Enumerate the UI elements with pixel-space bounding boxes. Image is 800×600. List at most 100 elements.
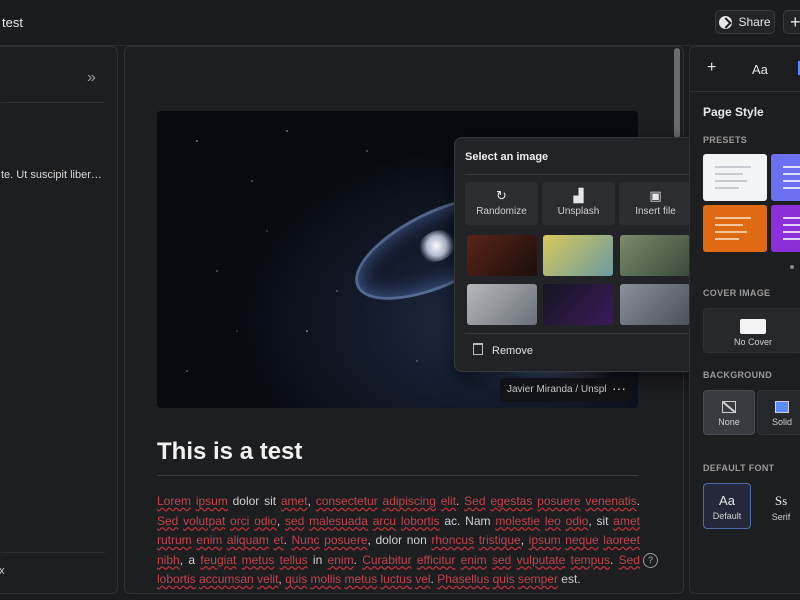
body-text-run[interactable]: . — [610, 553, 619, 567]
no-cover-option[interactable]: No Cover — [703, 308, 800, 353]
misspelled-word[interactable]: feugiat — [200, 553, 236, 567]
scroll-thumb[interactable] — [674, 48, 680, 138]
misspelled-word[interactable]: lobortis — [157, 572, 196, 586]
share-button[interactable]: Share — [715, 10, 775, 34]
body-text-run[interactable]: , dolor non — [368, 533, 432, 547]
preset-purple[interactable] — [771, 205, 800, 252]
randomize-button[interactable]: ↻ Randomize — [465, 182, 538, 225]
misspelled-word[interactable]: tempus — [571, 553, 610, 567]
misspelled-word[interactable]: metus — [344, 572, 377, 586]
preset-orange[interactable] — [703, 205, 767, 252]
add-button[interactable]: + — [783, 10, 800, 34]
misspelled-word[interactable]: et — [274, 533, 284, 547]
body-text-run[interactable]: . — [284, 533, 292, 547]
image-credit[interactable]: Javier Miranda / Unsplash — [500, 378, 607, 402]
misspelled-word[interactable]: laoreet — [603, 533, 640, 547]
misspelled-word[interactable]: consectetur — [316, 494, 378, 508]
misspelled-word[interactable]: amet — [613, 514, 640, 528]
background-none-option[interactable]: None — [703, 390, 755, 435]
misspelled-word[interactable]: quis — [285, 572, 307, 586]
misspelled-word[interactable]: adipiscing — [383, 494, 436, 508]
document-body[interactable]: Lorem ipsum dolor sit amet, consectetur … — [157, 492, 640, 590]
document-title[interactable]: test — [2, 15, 23, 30]
thumb-neon-cells[interactable] — [543, 284, 613, 325]
misspelled-word[interactable]: metus — [242, 553, 275, 567]
misspelled-word[interactable]: Curabitur — [362, 553, 411, 567]
body-text-run[interactable]: dolor sit — [228, 494, 281, 508]
body-text-run[interactable]: . — [354, 553, 363, 567]
cover-more-button[interactable]: ··· — [607, 378, 631, 402]
font-serif-option[interactable]: Ss Serif — [756, 483, 800, 529]
tab-text-style[interactable]: Aa — [752, 62, 768, 77]
misspelled-word[interactable]: odio — [566, 514, 589, 528]
misspelled-word[interactable]: tristique — [479, 533, 521, 547]
body-text-run[interactable]: est. — [558, 572, 580, 586]
misspelled-word[interactable]: accumsan — [199, 572, 254, 586]
misspelled-word[interactable]: semper — [518, 572, 558, 586]
body-text-run[interactable]: . — [637, 494, 640, 508]
misspelled-word[interactable]: orci — [230, 514, 249, 528]
misspelled-word[interactable]: Sed — [157, 514, 178, 528]
misspelled-word[interactable]: mollis — [310, 572, 341, 586]
font-default-option[interactable]: Aa Default — [703, 483, 751, 529]
body-text-run[interactable]: , sit — [588, 514, 613, 528]
document-heading[interactable]: This is a test — [157, 438, 302, 466]
misspelled-word[interactable]: sed — [492, 553, 511, 567]
misspelled-word[interactable]: rutrum — [157, 533, 192, 547]
misspelled-word[interactable]: volutpat — [183, 514, 225, 528]
sidebar-bottom-item[interactable]: x — [0, 565, 5, 577]
remove-button[interactable]: Remove — [473, 343, 533, 357]
unsplash-button[interactable]: ▟ Unsplash — [542, 182, 615, 225]
misspelled-word[interactable]: amet — [281, 494, 308, 508]
help-icon[interactable]: ? — [643, 553, 658, 568]
preset-pager-dot[interactable] — [790, 265, 794, 269]
misspelled-word[interactable]: enim — [328, 553, 354, 567]
misspelled-word[interactable]: ipsum — [529, 533, 561, 547]
misspelled-word[interactable]: posuere — [537, 494, 580, 508]
misspelled-word[interactable]: enim — [196, 533, 222, 547]
body-text-run[interactable]: ac. Nam — [440, 514, 496, 528]
misspelled-word[interactable]: rhoncus — [431, 533, 474, 547]
tab-insert[interactable]: + — [707, 59, 716, 77]
body-text-run[interactable]: , — [521, 533, 529, 547]
misspelled-word[interactable]: leo — [545, 514, 561, 528]
misspelled-word[interactable]: Lorem — [157, 494, 191, 508]
misspelled-word[interactable]: arcu — [373, 514, 396, 528]
body-text-run[interactable]: , — [308, 494, 316, 508]
misspelled-word[interactable]: sed — [285, 514, 304, 528]
misspelled-word[interactable]: lobortis — [401, 514, 440, 528]
misspelled-word[interactable]: neque — [565, 533, 598, 547]
thumb-person-reading[interactable] — [467, 235, 537, 276]
misspelled-word[interactable]: ipsum — [196, 494, 228, 508]
sidebar-snippet[interactable]: te. Ut suscipit liber… — [1, 169, 105, 181]
preset-light[interactable] — [703, 154, 767, 201]
thumb-microscope[interactable] — [467, 284, 537, 325]
insert-file-button[interactable]: ▣ Insert file — [619, 182, 692, 225]
misspelled-word[interactable]: nibh — [157, 553, 180, 567]
collapse-sidebar-icon[interactable]: » — [87, 69, 96, 87]
misspelled-word[interactable]: Sed — [464, 494, 485, 508]
misspelled-word[interactable]: malesuada — [309, 514, 368, 528]
body-text-run[interactable]: in — [308, 553, 328, 567]
misspelled-word[interactable]: enim — [461, 553, 487, 567]
misspelled-word[interactable]: tellus — [280, 553, 308, 567]
misspelled-word[interactable]: venenatis — [585, 494, 636, 508]
thumb-colorful-bottles[interactable] — [543, 235, 613, 276]
misspelled-word[interactable]: posuere — [324, 533, 367, 547]
misspelled-word[interactable]: elit — [441, 494, 456, 508]
misspelled-word[interactable]: efficitur — [417, 553, 455, 567]
preset-blue[interactable] — [771, 154, 800, 201]
misspelled-word[interactable]: vel — [415, 572, 430, 586]
body-text-run[interactable]: , a — [180, 553, 201, 567]
misspelled-word[interactable]: aliquam — [227, 533, 269, 547]
misspelled-word[interactable]: velit — [257, 572, 278, 586]
misspelled-word[interactable]: egestas — [490, 494, 532, 508]
body-text-run[interactable]: . — [456, 494, 464, 508]
thumb-lab-shelves[interactable] — [620, 284, 690, 325]
body-text-run[interactable]: , — [277, 514, 285, 528]
misspelled-word[interactable]: Sed — [619, 553, 640, 567]
misspelled-word[interactable]: Nunc — [292, 533, 320, 547]
misspelled-word[interactable]: vulputate — [517, 553, 566, 567]
background-solid-option[interactable]: Solid — [757, 390, 800, 435]
thumb-lab-workers[interactable] — [620, 235, 690, 276]
